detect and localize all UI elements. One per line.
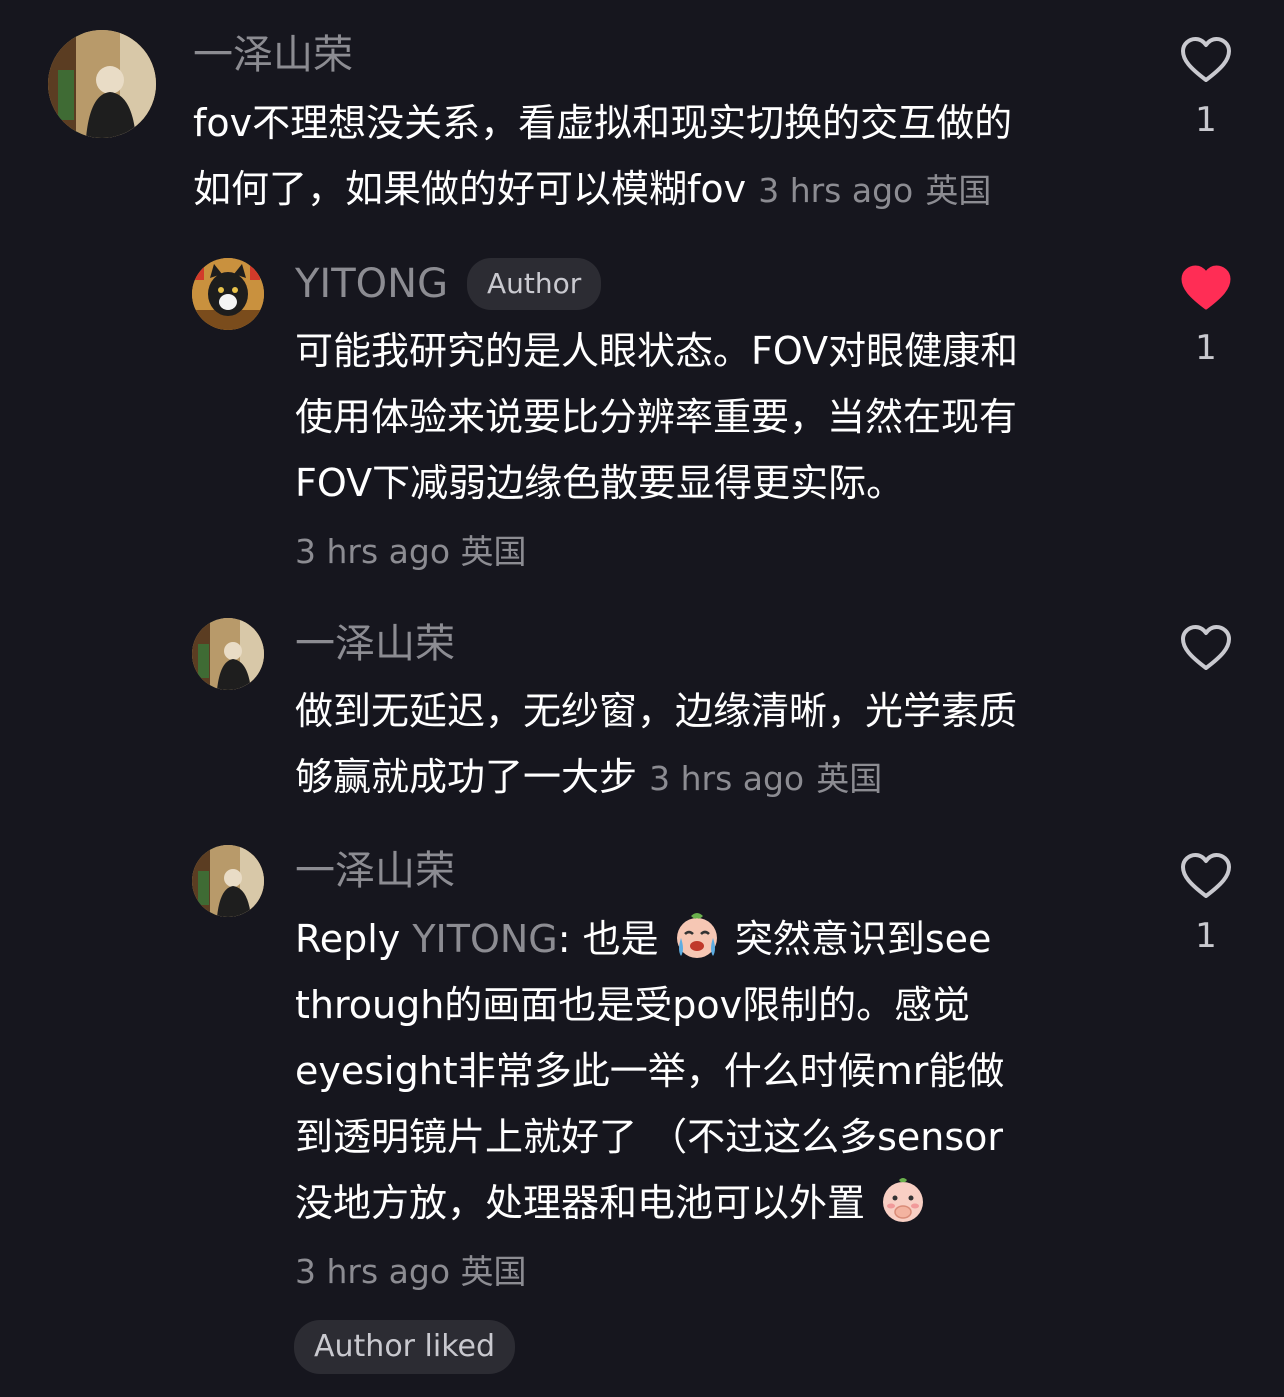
username[interactable]: 一泽山荣 [193,30,353,80]
comment-line: 到透明镜片上就好了 （不过这么多sensor [295,1115,1004,1159]
avatar[interactable] [192,258,264,330]
heart-outline-icon[interactable] [1180,852,1232,900]
timestamp: 3 hrs ago [758,171,914,210]
comment-text: 可能我研究的是人眼状态。FOV对眼健康和 使用体验来说要比分辨率重要，当然在现有… [295,318,1135,516]
avatar[interactable] [48,30,156,138]
reply-mention[interactable]: YITONG [412,917,557,961]
comment-line: Reply YITONG: 也是 突然意识到see [295,906,1155,972]
avatar[interactable] [192,845,264,917]
like-count: 1 [1195,328,1217,368]
heart-filled-icon[interactable] [1180,264,1232,312]
comment-line: fov不理想没关系，看虚拟和现实切换的交互做的 [193,101,1013,145]
heart-outline-icon[interactable] [1180,624,1232,672]
timestamp: 3 hrs ago [295,1252,451,1291]
like-count: 1 [1195,100,1217,140]
crying-face-emoji [676,913,717,958]
location: 英国 [460,532,527,571]
like-count: 1 [1195,916,1217,956]
comment-line: 如何了，如果做的好可以模糊fov [193,167,747,211]
comment-text: 做到无延迟，无纱窗，边缘清晰，光学素质 够赢就成功了一大步 3 hrs ago … [295,678,1135,812]
comment-line: FOV下减弱边缘色散要显得更实际。 [295,461,905,505]
comment-meta: 3 hrs ago 英国 [295,530,527,574]
comment-line: 如何了，如果做的好可以模糊fov 3 hrs ago 英国 [193,156,1133,224]
timestamp: 3 hrs ago [649,759,805,798]
username[interactable]: YITONG [295,259,448,309]
timestamp: 3 hrs ago [295,532,451,571]
author-liked-badge: Author liked [294,1320,516,1374]
username[interactable]: 一泽山荣 [295,846,455,896]
location: 英国 [816,759,883,798]
heart-outline-icon[interactable] [1180,36,1232,84]
comments-thread: 一泽山荣 fov不理想没关系，看虚拟和现实切换的交互做的 如何了，如果做的好可以… [0,0,1284,1397]
comment-segment: 没地方放，处理器和电池可以外置 [295,1181,866,1225]
comment-line: 做到无延迟，无纱窗，边缘清晰，光学素质 [295,689,1018,733]
location: 英国 [460,1252,527,1291]
comment-meta: 3 hrs ago 英国 [295,1250,527,1294]
comment-line: eyesight非常多此一举，什么时候mr能做 [295,1049,1005,1093]
comment-segment: 突然意识到see [734,917,992,961]
comment-segment: : 也是 [557,917,659,961]
comment-line: through的画面也是受pov限制的。感觉 [295,983,971,1027]
comment-text: Reply YITONG: 也是 突然意识到see through的画面也是受p… [295,906,1155,1236]
author-badge: Author [467,258,602,310]
comment-line: 够赢就成功了一大步 [295,755,638,799]
comment-line: 可能我研究的是人眼状态。FOV对眼健康和 [295,329,1019,373]
username[interactable]: 一泽山荣 [295,619,455,669]
avatar[interactable] [192,618,264,690]
comment-line: 够赢就成功了一大步 3 hrs ago 英国 [295,744,1135,812]
comment-line: 使用体验来说要比分辨率重要，当然在现有 [295,395,1018,439]
comment-text: fov不理想没关系，看虚拟和现实切换的交互做的 如何了，如果做的好可以模糊fov… [193,90,1133,224]
shy-face-emoji [883,1178,924,1222]
location: 英国 [925,171,992,210]
comment-line: 没地方放，处理器和电池可以外置 [295,1170,1155,1236]
reply-prefix: Reply [295,917,401,961]
